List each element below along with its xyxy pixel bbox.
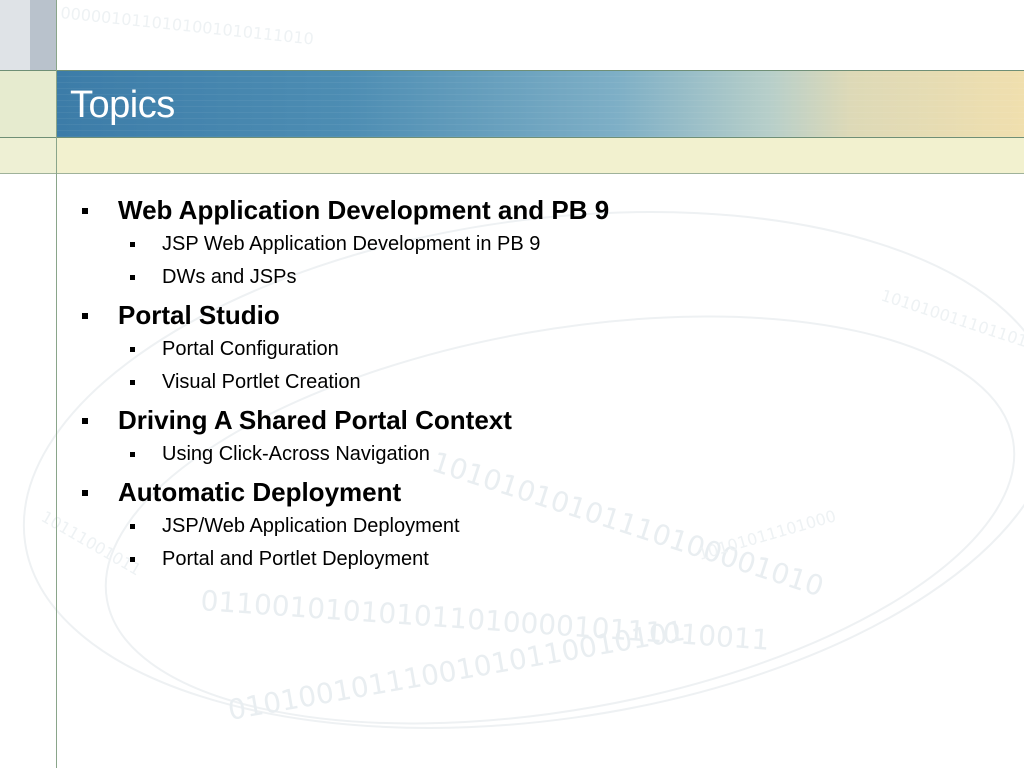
square-bullet-icon bbox=[82, 208, 88, 214]
bullet-label: Driving A Shared Portal Context bbox=[118, 405, 512, 435]
corner-square-accent bbox=[30, 0, 56, 70]
square-bullet-icon bbox=[130, 557, 135, 562]
square-bullet-icon bbox=[82, 418, 88, 424]
square-bullet-icon bbox=[130, 380, 135, 385]
divider-line bbox=[0, 173, 1024, 174]
square-bullet-icon bbox=[130, 524, 135, 529]
sub-bullet-label: DWs and JSPs bbox=[162, 266, 297, 288]
bullet-item: Automatic Deployment bbox=[78, 474, 978, 510]
bullet-label: Automatic Deployment bbox=[118, 477, 402, 507]
title-sub-band bbox=[57, 138, 1024, 173]
divider-line bbox=[0, 137, 1024, 138]
slide-title: Topics bbox=[70, 84, 175, 126]
bullet-list: Web Application Development and PB 9 JSP… bbox=[78, 192, 978, 576]
title-band bbox=[57, 71, 1024, 137]
sub-bullet-item: DWs and JSPs bbox=[78, 261, 978, 294]
sub-bullet-label: Visual Portlet Creation bbox=[162, 371, 361, 393]
bullet-item: Web Application Development and PB 9 bbox=[78, 192, 978, 228]
square-bullet-icon bbox=[130, 242, 135, 247]
sub-bullet-item: Portal Configuration bbox=[78, 333, 978, 366]
sub-bullet-item: Visual Portlet Creation bbox=[78, 366, 978, 399]
sub-bullet-item: JSP/Web Application Deployment bbox=[78, 510, 978, 543]
title-left-square bbox=[0, 71, 56, 137]
bullet-label: Portal Studio bbox=[118, 300, 280, 330]
bullet-item: Portal Studio bbox=[78, 297, 978, 333]
sub-bullet-item: Portal and Portlet Deployment bbox=[78, 543, 978, 576]
vertical-rule bbox=[56, 0, 57, 768]
left-square-lower bbox=[0, 137, 56, 173]
square-bullet-icon bbox=[82, 490, 88, 496]
sub-bullet-label: Using Click-Across Navigation bbox=[162, 443, 430, 465]
sub-bullet-item: JSP Web Application Development in PB 9 bbox=[78, 228, 978, 261]
square-bullet-icon bbox=[82, 313, 88, 319]
square-bullet-icon bbox=[130, 452, 135, 457]
bullet-label: Web Application Development and PB 9 bbox=[118, 195, 610, 225]
sub-bullet-label: Portal and Portlet Deployment bbox=[162, 548, 429, 570]
bullet-item: Driving A Shared Portal Context bbox=[78, 402, 978, 438]
divider-line bbox=[0, 70, 1024, 71]
sub-bullet-item: Using Click-Across Navigation bbox=[78, 438, 978, 471]
square-bullet-icon bbox=[130, 347, 135, 352]
svg-text:0000010110101001010111010: 0000010110101001010111010 bbox=[60, 3, 315, 48]
slide: 01100101010101101000010111010011 1010101… bbox=[0, 0, 1024, 768]
sub-bullet-label: Portal Configuration bbox=[162, 338, 339, 360]
sub-bullet-label: JSP Web Application Development in PB 9 bbox=[162, 233, 541, 255]
square-bullet-icon bbox=[130, 275, 135, 280]
sub-bullet-label: JSP/Web Application Deployment bbox=[162, 515, 460, 537]
